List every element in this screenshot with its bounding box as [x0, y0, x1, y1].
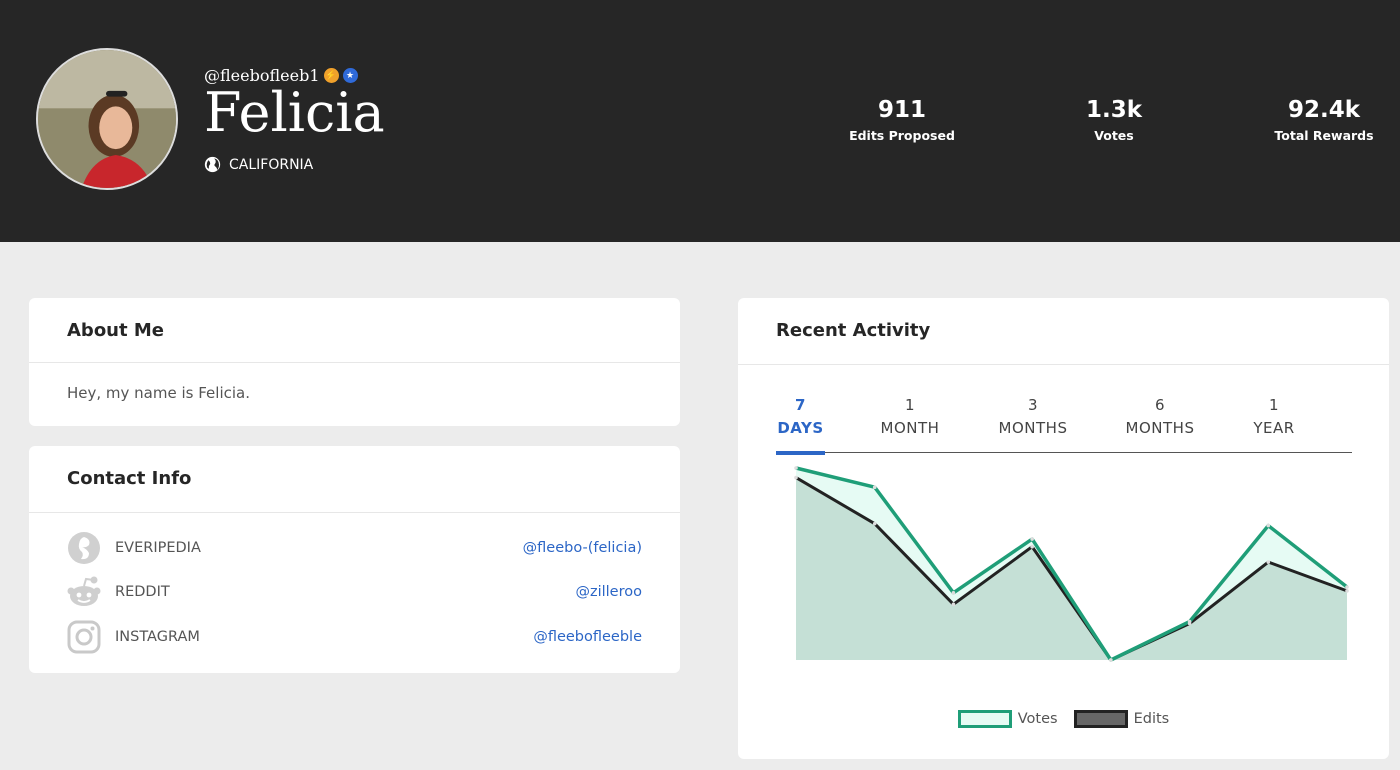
edits-point	[872, 521, 877, 526]
tab-number: 3	[1027, 396, 1039, 414]
about-body: Hey, my name is Felicia.	[67, 384, 250, 402]
edits-point	[951, 602, 956, 607]
contact-row-reddit: REDDIT @zilleroo	[67, 575, 642, 609]
tab-unit: MONTHS	[1125, 419, 1195, 437]
tab-number: 1	[1268, 396, 1280, 414]
votes-point	[1266, 523, 1271, 528]
divider	[738, 364, 1389, 365]
votes-point	[1030, 537, 1034, 541]
tab-7-days[interactable]: 7 DAYS	[776, 394, 825, 440]
edits-point	[794, 475, 798, 480]
contact-name: EVERIPEDIA	[115, 540, 201, 556]
contact-name: INSTAGRAM	[115, 629, 200, 645]
edits-point	[1345, 589, 1349, 593]
legend-label-votes: Votes	[1017, 711, 1058, 727]
reddit-icon	[67, 576, 101, 606]
votes-point	[872, 485, 877, 489]
stat-rewards: 92.4k Total Rewards	[1268, 96, 1380, 143]
tab-number: 1	[904, 396, 916, 414]
contact-title: Contact Info	[67, 468, 192, 489]
tab-unit: YEAR	[1253, 419, 1295, 437]
location-label: CALIFORNIA	[229, 156, 314, 173]
stat-votes: 1.3k Votes	[1064, 96, 1164, 143]
tab-unit: MONTH	[880, 419, 940, 437]
stat-value: 911	[877, 97, 926, 123]
contact-row-everipedia: EVERIPEDIA @fleebo-(felicia)	[67, 531, 642, 565]
contact-link[interactable]: @fleebofleeble	[533, 629, 642, 645]
about-title: About Me	[67, 320, 164, 341]
activity-title: Recent Activity	[776, 320, 931, 341]
tab-unit: DAYS	[777, 419, 824, 437]
activity-range-tabs: 7 DAYS 1 MONTH 3 MONTHS 6 MONTHS 1 YEAR	[776, 394, 1352, 455]
tab-unit: MONTHS	[998, 419, 1068, 437]
tab-1-year[interactable]: 1 YEAR	[1248, 394, 1300, 440]
legend-swatch-edits[interactable]	[1073, 710, 1128, 728]
legend-swatch-votes[interactable]	[957, 710, 1012, 728]
stat-label: Votes	[1094, 128, 1134, 143]
active-tab-indicator	[776, 451, 825, 455]
stat-value: 1.3k	[1085, 97, 1143, 123]
stat-edits: 911 Edits Proposed	[842, 96, 962, 143]
everipedia-icon	[68, 532, 100, 564]
stat-label: Total Rewards	[1274, 128, 1374, 143]
contact-link[interactable]: @zilleroo	[575, 584, 642, 600]
profile-header: @fleebofleeb1 ⚡ ★ Felicia CALIFORNIA 911…	[0, 0, 1400, 242]
votes-point	[1187, 619, 1192, 624]
activity-card: Recent Activity 7 DAYS 1 MONTH 3 MONTHS …	[738, 298, 1389, 759]
profile-location: CALIFORNIA	[204, 156, 313, 173]
contact-name: REDDIT	[115, 584, 170, 600]
tab-6-months[interactable]: 6 MONTHS	[1121, 394, 1199, 440]
tab-3-months[interactable]: 3 MONTHS	[994, 394, 1072, 440]
divider	[29, 362, 680, 363]
votes-point	[1345, 585, 1349, 589]
divider	[29, 512, 680, 513]
chart-legend: Votes Edits	[738, 710, 1389, 728]
activity-chart	[794, 466, 1349, 662]
edits-point	[1030, 544, 1034, 549]
contact-card: Contact Info EVERIPEDIA @fleebo-(felicia…	[29, 446, 680, 673]
globe-icon	[204, 156, 221, 173]
about-card: About Me Hey, my name is Felicia.	[29, 298, 680, 426]
tab-number: 6	[1154, 396, 1166, 414]
instagram-icon	[67, 620, 101, 654]
tab-number: 7	[795, 396, 806, 414]
contact-row-instagram: INSTAGRAM @fleebofleeble	[67, 620, 642, 654]
votes-point	[1109, 658, 1113, 662]
avatar-photo	[38, 50, 176, 188]
stat-label: Edits Proposed	[849, 128, 955, 143]
stat-value: 92.4k	[1287, 97, 1361, 123]
votes-point	[794, 466, 798, 470]
profile-name: Felicia	[204, 81, 385, 144]
tab-1-month[interactable]: 1 MONTH	[874, 394, 946, 440]
legend-label-edits: Edits	[1133, 711, 1170, 727]
votes-point	[951, 591, 956, 595]
contact-link[interactable]: @fleebo-(felicia)	[523, 540, 642, 556]
edits-point	[1266, 560, 1271, 564]
profile-avatar	[36, 48, 178, 190]
